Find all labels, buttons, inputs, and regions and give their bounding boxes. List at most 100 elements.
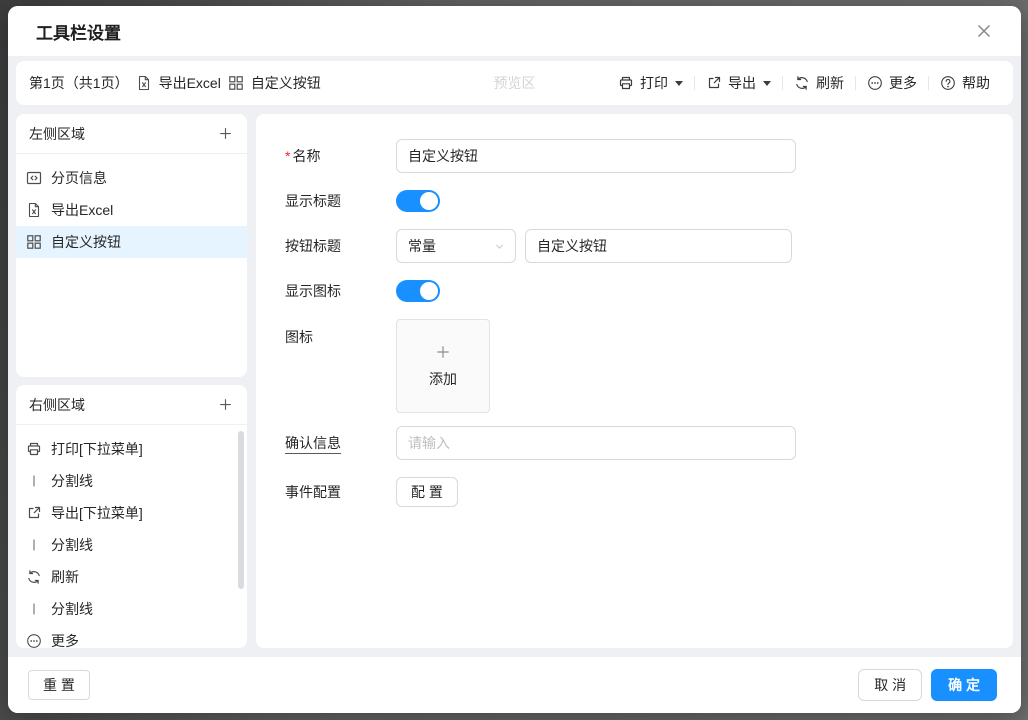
list-item-page-info[interactable]: 分页信息 bbox=[16, 162, 247, 194]
confirm-info-label: 确认信息 bbox=[285, 433, 396, 453]
name-label: *名称 bbox=[285, 146, 396, 166]
help-label: 帮助 bbox=[962, 73, 990, 93]
confirm-button[interactable]: 确 定 bbox=[931, 669, 997, 701]
divider-line-icon bbox=[26, 537, 42, 553]
right-area-header: 右侧区域 bbox=[16, 385, 247, 425]
grid-icon bbox=[228, 75, 244, 91]
dialog-content: 预览区 第1页（共1页） 导出Excel 自定义按钮 打印 bbox=[8, 56, 1021, 656]
list-item-custom-button[interactable]: 自定义按钮 bbox=[16, 226, 247, 258]
scrollbar-thumb[interactable] bbox=[238, 431, 244, 589]
show-icon-toggle[interactable] bbox=[396, 280, 440, 302]
dialog-footer: 重 置 取 消 确 定 bbox=[8, 656, 1021, 713]
preview-toolbar: 预览区 第1页（共1页） 导出Excel 自定义按钮 打印 bbox=[16, 61, 1013, 105]
dialog-title: 工具栏设置 bbox=[36, 19, 121, 44]
form-row-button-title: 按钮标题 常量 bbox=[285, 229, 989, 263]
chevron-down-icon bbox=[493, 240, 506, 253]
list-item-refresh[interactable]: 刷新 bbox=[16, 561, 247, 593]
list-item-label: 分割线 bbox=[51, 535, 93, 555]
plus-icon[interactable] bbox=[218, 397, 233, 412]
form-row-show-title: 显示标题 bbox=[285, 190, 989, 212]
list-item-label: 自定义按钮 bbox=[51, 232, 121, 252]
help-button[interactable]: 帮助 bbox=[929, 73, 1001, 93]
show-title-toggle[interactable] bbox=[396, 190, 440, 212]
page-info-label[interactable]: 第1页（共1页） bbox=[29, 73, 129, 93]
refresh-label: 刷新 bbox=[816, 73, 844, 93]
left-area-panel: 左侧区域 分页信息 bbox=[16, 114, 247, 377]
left-area-header: 左侧区域 bbox=[16, 114, 247, 154]
config-button[interactable]: 配 置 bbox=[396, 477, 458, 507]
divider-line-icon bbox=[26, 473, 42, 489]
button-title-label: 按钮标题 bbox=[285, 236, 396, 256]
close-icon[interactable] bbox=[971, 18, 997, 44]
form-row-name: *名称 bbox=[285, 139, 989, 173]
icon-label: 图标 bbox=[285, 319, 396, 347]
list-item-export-excel[interactable]: 导出Excel bbox=[16, 194, 247, 226]
left-area-title: 左侧区域 bbox=[29, 124, 85, 144]
form-row-event-config: 事件配置 配 置 bbox=[285, 477, 989, 507]
add-label: 添加 bbox=[429, 369, 457, 389]
plus-icon bbox=[435, 344, 451, 360]
show-title-label: 显示标题 bbox=[285, 191, 396, 211]
refresh-icon bbox=[794, 75, 810, 91]
divider-line-icon bbox=[26, 601, 42, 617]
printer-icon bbox=[26, 441, 42, 457]
list-item-divider-line[interactable]: 分割线 bbox=[16, 465, 247, 497]
list-item-more[interactable]: 更多 bbox=[16, 625, 247, 648]
more-icon bbox=[867, 75, 883, 91]
list-item-print-dropdown[interactable]: 打印[下拉菜单] bbox=[16, 433, 247, 465]
footer-actions: 取 消 确 定 bbox=[858, 669, 997, 701]
list-item-divider-line[interactable]: 分割线 bbox=[16, 529, 247, 561]
list-item-label: 打印[下拉菜单] bbox=[51, 439, 143, 459]
export-icon bbox=[706, 75, 722, 91]
pagination-icon bbox=[26, 170, 42, 186]
form-row-confirm-info: 确认信息 bbox=[285, 426, 989, 460]
settings-form-panel: *名称 显示标题 按钮标题 常量 bbox=[256, 114, 1013, 648]
event-config-label: 事件配置 bbox=[285, 482, 396, 502]
toolbar-settings-dialog: 工具栏设置 预览区 第1页（共1页） 导出Excel 自定义按钮 bbox=[8, 6, 1021, 713]
list-item-label: 分页信息 bbox=[51, 168, 107, 188]
plus-icon[interactable] bbox=[218, 126, 233, 141]
list-item-label: 分割线 bbox=[51, 471, 93, 491]
list-item-label: 刷新 bbox=[51, 567, 79, 587]
list-item-label: 导出[下拉菜单] bbox=[51, 503, 143, 523]
export-button[interactable]: 导出 bbox=[695, 73, 782, 93]
right-area-list: 打印[下拉菜单] 分割线 导出[下拉菜单] bbox=[16, 425, 247, 648]
dialog-header: 工具栏设置 bbox=[8, 6, 1021, 56]
preview-actions: 打印 导出 刷新 bbox=[607, 73, 1001, 93]
select-value: 常量 bbox=[408, 236, 436, 256]
printer-icon bbox=[618, 75, 634, 91]
preview-item-custom-button[interactable]: 自定义按钮 bbox=[251, 73, 321, 93]
form-row-show-icon: 显示图标 bbox=[285, 280, 989, 302]
toggle-knob bbox=[420, 282, 438, 300]
form-row-icon: 图标 添加 bbox=[285, 319, 989, 413]
refresh-button[interactable]: 刷新 bbox=[783, 73, 855, 93]
caret-down-icon bbox=[675, 81, 683, 86]
main-area: 左侧区域 分页信息 bbox=[16, 114, 1013, 648]
left-area-list: 分页信息 导出Excel 自定义按钮 bbox=[16, 154, 247, 258]
reset-button[interactable]: 重 置 bbox=[28, 670, 90, 700]
preview-item-export-excel[interactable]: 导出Excel bbox=[159, 73, 221, 93]
confirm-info-input[interactable] bbox=[396, 426, 796, 460]
list-item-export-dropdown[interactable]: 导出[下拉菜单] bbox=[16, 497, 247, 529]
show-icon-label: 显示图标 bbox=[285, 281, 396, 301]
list-item-label: 更多 bbox=[51, 631, 79, 648]
cancel-button[interactable]: 取 消 bbox=[858, 669, 922, 701]
name-input[interactable] bbox=[396, 139, 796, 173]
toggle-knob bbox=[420, 192, 438, 210]
button-title-type-select[interactable]: 常量 bbox=[396, 229, 516, 263]
button-title-input[interactable] bbox=[525, 229, 792, 263]
excel-file-icon bbox=[26, 202, 42, 218]
refresh-icon bbox=[26, 569, 42, 585]
more-button[interactable]: 更多 bbox=[856, 73, 928, 93]
list-item-label: 导出Excel bbox=[51, 200, 113, 220]
excel-file-icon bbox=[136, 75, 152, 91]
icon-add-button[interactable]: 添加 bbox=[396, 319, 490, 413]
list-item-label: 分割线 bbox=[51, 599, 93, 619]
print-button[interactable]: 打印 bbox=[607, 73, 694, 93]
help-icon bbox=[940, 75, 956, 91]
export-label: 导出 bbox=[728, 73, 756, 93]
grid-icon bbox=[26, 234, 42, 250]
required-asterisk: * bbox=[285, 148, 290, 164]
caret-down-icon bbox=[763, 81, 771, 86]
list-item-divider-line[interactable]: 分割线 bbox=[16, 593, 247, 625]
